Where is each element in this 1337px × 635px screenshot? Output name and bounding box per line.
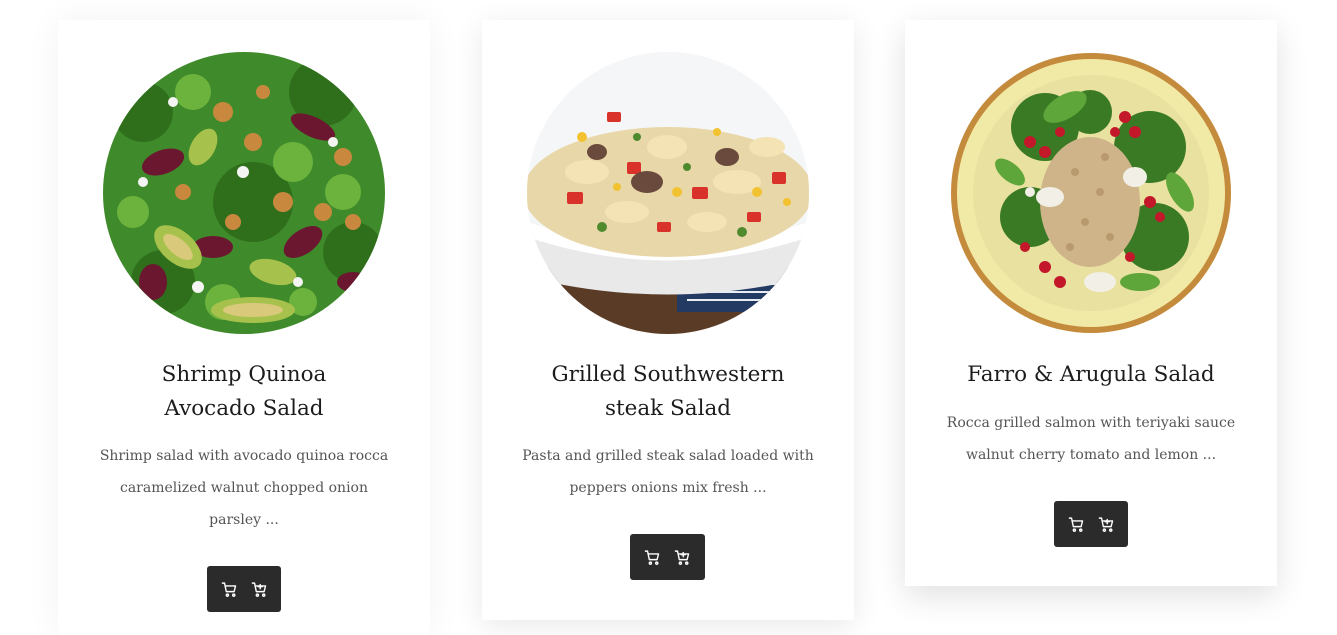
cart-actions — [207, 566, 281, 612]
product-title-line: Grilled Southwestern — [551, 362, 785, 387]
product-description: Pasta and grilled steak salad loaded wit… — [498, 440, 838, 504]
product-image[interactable] — [950, 52, 1232, 334]
farro-pomegranate-salad-bowl-image — [950, 52, 1232, 334]
product-description-line: Pasta and grilled steak salad loaded wit… — [522, 448, 814, 464]
product-title-line: Farro & Arugula Salad — [967, 362, 1215, 387]
product-card: Farro & Arugula Salad Rocca grilled salm… — [905, 20, 1277, 586]
product-title-line: steak Salad — [604, 396, 732, 421]
product-description-line: caramelized walnut chopped onion — [119, 480, 368, 496]
shopping-cart-icon[interactable] — [1067, 515, 1085, 533]
salad-beet-walnut-avocado-image — [103, 52, 385, 334]
product-description-line: parsley ... — [209, 512, 279, 528]
product-image[interactable] — [527, 52, 809, 334]
product-description-line: Shrimp salad with avocado quinoa rocca — [99, 448, 389, 464]
add-to-cart-icon[interactable] — [674, 548, 692, 566]
product-card: Grilled Southwestern steak Salad Pasta a… — [482, 20, 854, 620]
product-description-line: peppers onions mix fresh ... — [569, 480, 767, 496]
product-card: Shrimp Quinoa Avocado Salad Shrimp salad… — [58, 20, 430, 635]
product-description-line: walnut cherry tomato and lemon ... — [965, 447, 1217, 463]
product-image[interactable] — [103, 52, 385, 334]
product-description: Shrimp salad with avocado quinoa rocca c… — [74, 440, 414, 536]
add-to-cart-icon[interactable] — [1097, 515, 1115, 533]
product-title[interactable]: Farro & Arugula Salad — [905, 358, 1277, 392]
product-title[interactable]: Shrimp Quinoa Avocado Salad — [58, 358, 430, 426]
pasta-steak-salad-bowl-image — [527, 52, 809, 334]
shopping-cart-icon[interactable] — [644, 548, 662, 566]
product-title[interactable]: Grilled Southwestern steak Salad — [482, 358, 854, 426]
product-description-line: Rocca grilled salmon with teriyaki sauce — [946, 415, 1236, 431]
cart-actions — [1054, 501, 1128, 547]
shopping-cart-icon[interactable] — [220, 580, 238, 598]
product-title-line: Avocado Salad — [164, 396, 324, 421]
product-description: Rocca grilled salmon with teriyaki sauce… — [921, 407, 1261, 471]
add-to-cart-icon[interactable] — [250, 580, 268, 598]
product-title-line: Shrimp Quinoa — [161, 362, 327, 387]
cart-actions — [630, 534, 705, 580]
